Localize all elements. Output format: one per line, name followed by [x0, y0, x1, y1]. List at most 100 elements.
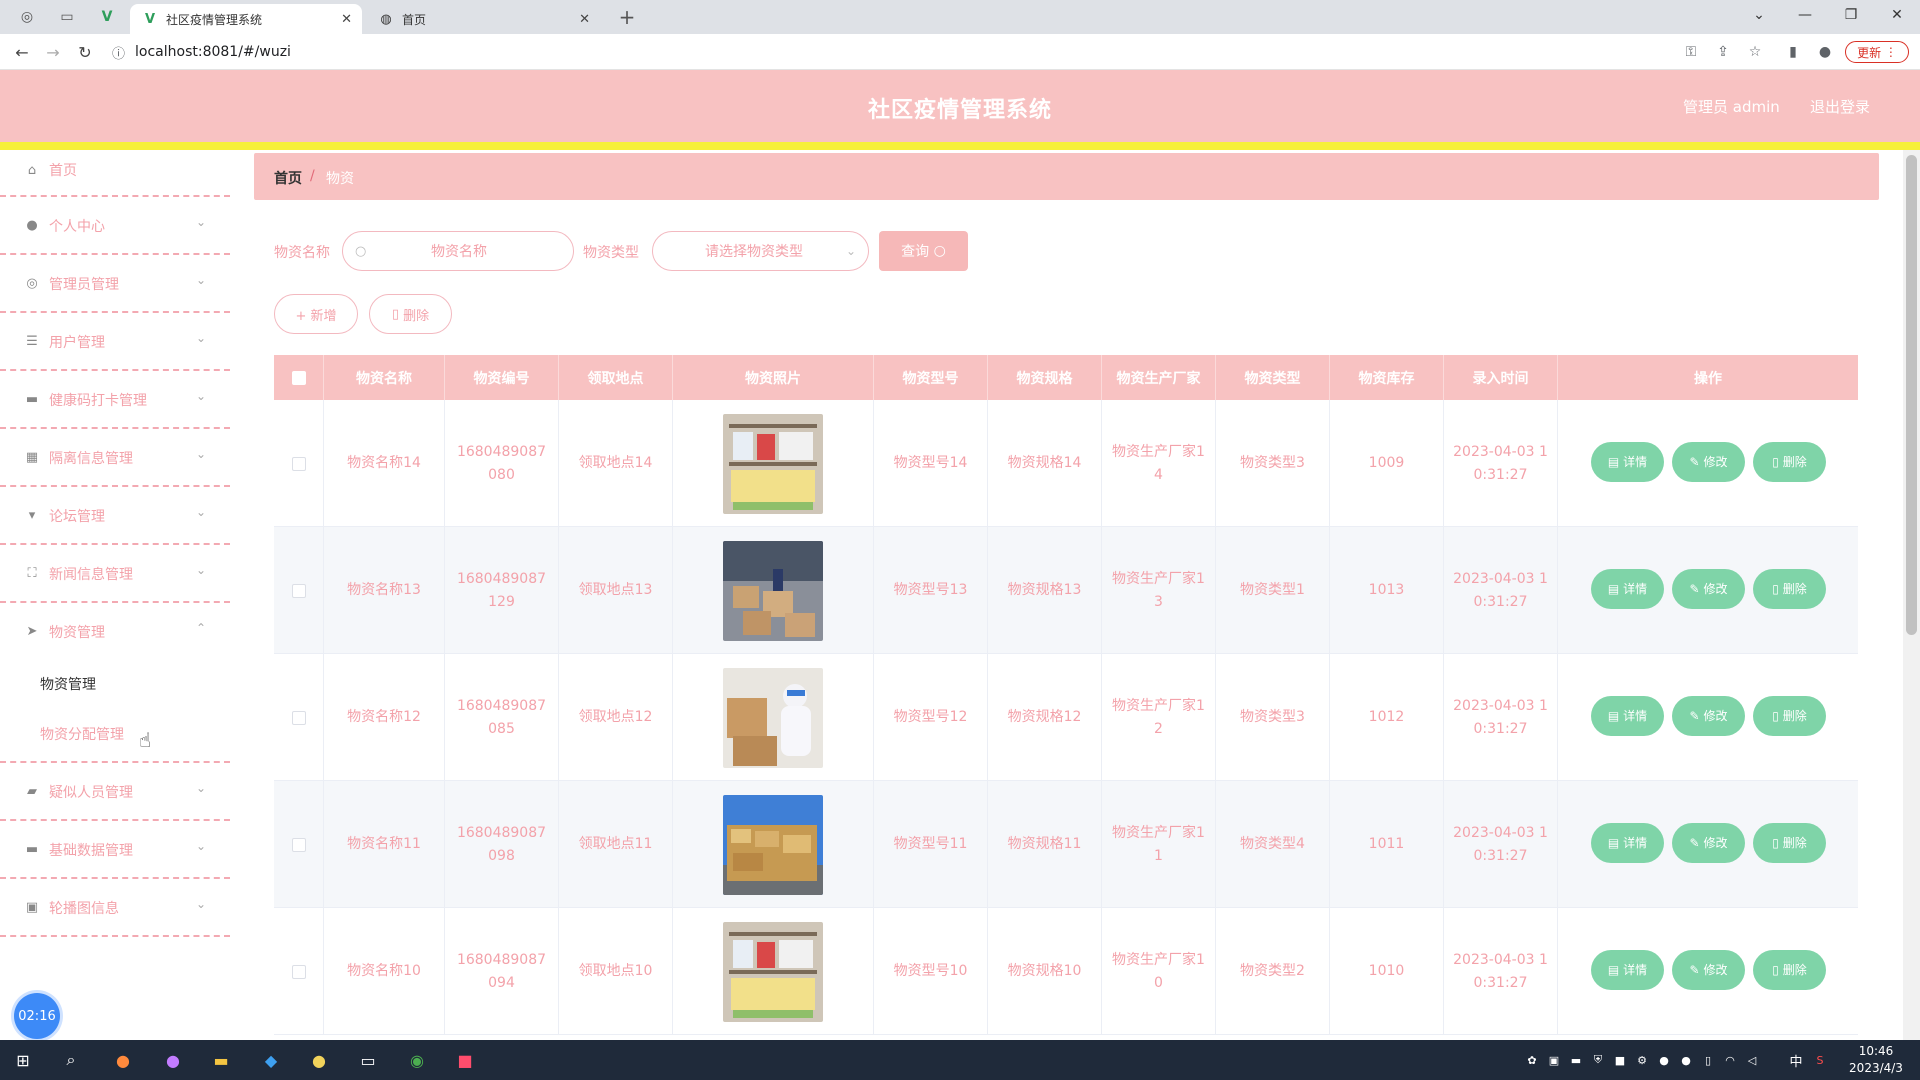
col-maker[interactable]: 物资生产厂家 [1102, 355, 1216, 400]
tray-icon[interactable]: ■ [1612, 1052, 1628, 1068]
vscode-icon[interactable]: ◆ [258, 1048, 284, 1072]
col-time[interactable]: 录入时间 [1444, 355, 1558, 400]
edit-button[interactable]: ✎ 修改 [1672, 950, 1745, 990]
col-type[interactable]: 物资类型 [1216, 355, 1330, 400]
wifi-icon[interactable]: ◠ [1722, 1052, 1738, 1068]
delete-button[interactable]: ▯ 删除 [1753, 569, 1826, 609]
new-tab-icon[interactable]: + [612, 5, 642, 29]
edit-button[interactable]: ✎ 修改 [1672, 442, 1745, 482]
submenu-supplies-allocation[interactable]: 物资分配管理 [40, 724, 124, 744]
close-icon[interactable]: ✕ [579, 12, 590, 27]
sidebar-item-carousel[interactable]: ▣ 轮播图信息 ⌄ [0, 879, 230, 937]
select-all-checkbox[interactable] [274, 355, 324, 400]
tab-home[interactable]: ◍ 首页 ✕ [366, 4, 600, 34]
logout-link[interactable]: 退出登录 [1810, 96, 1870, 117]
wechat-icon[interactable]: ● [1656, 1052, 1672, 1068]
minimize-icon[interactable]: — [1782, 0, 1828, 30]
battery-icon[interactable]: ▯ [1700, 1052, 1716, 1068]
clock[interactable]: 10:46 2023/4/3 [1836, 1043, 1916, 1077]
sidebar-item-users[interactable]: ☰ 用户管理 ⌄ [0, 313, 230, 371]
close-icon[interactable]: ✕ [341, 12, 352, 27]
col-photo[interactable]: 物资照片 [673, 355, 874, 400]
chevron-down-icon[interactable]: ⌄ [1736, 0, 1782, 30]
chrome-icon[interactable]: ◎ [12, 6, 42, 28]
sidebar-item-health-code[interactable]: ▬ 健康码打卡管理 ⌄ [0, 371, 230, 429]
sidebar-item-isolation[interactable]: ▦ 隔离信息管理 ⌄ [0, 429, 230, 487]
folder-icon[interactable]: ▬ [208, 1048, 234, 1072]
col-place[interactable]: 领取地点 [559, 355, 673, 400]
timer-badge[interactable]: 02:16 [14, 993, 60, 1039]
star-icon[interactable]: ☆ [1744, 42, 1766, 62]
type-select[interactable]: 请选择物资类型 ⌄ [652, 231, 869, 271]
add-button[interactable]: + 新增 [274, 294, 358, 334]
delete-button[interactable]: ▯ 删除 [1753, 950, 1826, 990]
windows-start-icon[interactable]: ⊞ [10, 1048, 36, 1072]
qq-icon[interactable]: ● [1678, 1052, 1694, 1068]
tray-icon[interactable]: ✿ [1524, 1052, 1540, 1068]
forward-icon[interactable]: → [40, 40, 66, 64]
app-icon[interactable]: ● [306, 1048, 332, 1072]
key-icon[interactable]: ⚿ [1680, 42, 1702, 62]
sidebar-item-basic-data[interactable]: ▬ 基础数据管理 ⌄ [0, 821, 230, 879]
row-checkbox[interactable] [291, 964, 306, 979]
tray-icon[interactable]: ▣ [1546, 1052, 1562, 1068]
firefox-icon[interactable]: ● [110, 1048, 136, 1072]
row-checkbox[interactable] [291, 583, 306, 598]
vue-icon[interactable]: V [92, 6, 122, 28]
sogou-icon[interactable]: S [1812, 1052, 1828, 1068]
share-icon[interactable]: ⇪ [1712, 42, 1734, 62]
breadcrumb-home[interactable]: 首页 [274, 168, 302, 188]
col-model[interactable]: 物资型号 [874, 355, 988, 400]
search-icon[interactable]: ⌕ [58, 1048, 84, 1072]
sidebar-item-home[interactable]: ⌂ 首页 [0, 150, 230, 197]
col-name[interactable]: 物资名称 [324, 355, 445, 400]
ide-icon[interactable]: ■ [452, 1048, 478, 1072]
app-icon[interactable]: ● [160, 1048, 186, 1072]
detail-button[interactable]: ▤ 详情 [1591, 950, 1664, 990]
tab-active[interactable]: V 社区疫情管理系统 ✕ [130, 4, 362, 34]
volume-icon[interactable]: ◁ [1744, 1052, 1760, 1068]
update-button[interactable]: 更新 ⋮ [1845, 41, 1909, 63]
tray-icon[interactable]: ⚙ [1634, 1052, 1650, 1068]
delete-button[interactable]: ▯ 删除 [1753, 696, 1826, 736]
edit-button[interactable]: ✎ 修改 [1672, 823, 1745, 863]
reload-icon[interactable]: ↻ [72, 40, 98, 64]
edit-button[interactable]: ✎ 修改 [1672, 696, 1745, 736]
tray-icon[interactable]: ⛨ [1590, 1052, 1606, 1068]
terminal-icon[interactable]: ▭ [355, 1048, 381, 1072]
ime-indicator[interactable]: 中 [1788, 1052, 1804, 1070]
sidebar-item-admins[interactable]: ◎ 管理员管理 ⌄ [0, 255, 230, 313]
bulk-delete-button[interactable]: ▯ 删除 [369, 294, 452, 334]
sidepanel-icon[interactable]: ▮ [1782, 42, 1804, 62]
detail-button[interactable]: ▤ 详情 [1591, 569, 1664, 609]
blank-tab-icon[interactable]: ▭ [52, 6, 82, 28]
edit-button[interactable]: ✎ 修改 [1672, 569, 1745, 609]
submenu-supplies-manage[interactable]: 物资管理 [40, 674, 96, 694]
sidebar-item-news[interactable]: ⛶ 新闻信息管理 ⌄ [0, 545, 230, 603]
back-icon[interactable]: ← [9, 40, 35, 64]
detail-button[interactable]: ▤ 详情 [1591, 823, 1664, 863]
chrome-icon[interactable]: ◉ [404, 1048, 430, 1072]
restore-icon[interactable]: ❐ [1828, 0, 1874, 30]
detail-button[interactable]: ▤ 详情 [1591, 696, 1664, 736]
scrollbar-thumb[interactable] [1906, 155, 1917, 635]
search-button[interactable]: 查询 ○ [879, 231, 968, 271]
tray-icon[interactable]: ▬ [1568, 1052, 1584, 1068]
sidebar-item-supplies[interactable]: ➤ 物资管理 ⌃ 物资管理 物资分配管理 [0, 603, 230, 763]
sidebar-item-profile[interactable]: ● 个人中心 ⌄ [0, 197, 230, 255]
col-spec[interactable]: 物资规格 [988, 355, 1102, 400]
address-bar[interactable]: ⓘ localhost:8081/#/wuzi [112, 38, 1672, 66]
detail-button[interactable]: ▤ 详情 [1591, 442, 1664, 482]
row-checkbox[interactable] [291, 837, 306, 852]
close-window-icon[interactable]: ✕ [1874, 0, 1920, 30]
profile-icon[interactable]: ● [1814, 42, 1836, 62]
col-stock[interactable]: 物资库存 [1330, 355, 1444, 400]
col-code[interactable]: 物资编号 [445, 355, 559, 400]
delete-button[interactable]: ▯ 删除 [1753, 823, 1826, 863]
name-search-input[interactable]: ○ 物资名称 [342, 231, 574, 271]
delete-button[interactable]: ▯ 删除 [1753, 442, 1826, 482]
row-checkbox[interactable] [291, 456, 306, 471]
sidebar-item-suspected[interactable]: ▰ 疑似人员管理 ⌄ [0, 763, 230, 821]
sidebar-item-forum[interactable]: ▾ 论坛管理 ⌄ [0, 487, 230, 545]
row-checkbox[interactable] [291, 710, 306, 725]
